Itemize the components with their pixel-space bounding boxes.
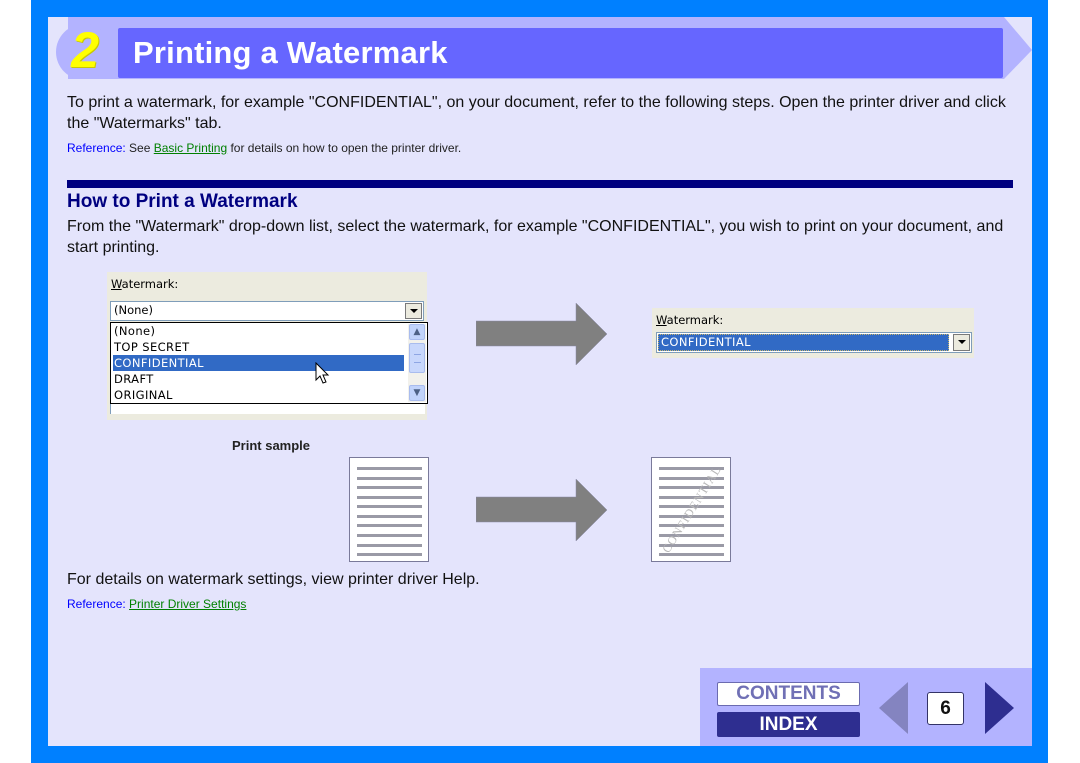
watermark-dropdown-selected[interactable]: CONFIDENTIAL xyxy=(656,332,972,353)
watermark-dropdown-value: (None) xyxy=(114,303,153,317)
dropdown-arrow-icon[interactable] xyxy=(953,334,970,351)
page-title: Printing a Watermark xyxy=(133,35,448,70)
right-arrow-icon xyxy=(476,303,608,366)
previous-page-icon[interactable] xyxy=(879,682,909,734)
print-sample-label: Print sample xyxy=(232,438,311,453)
mouse-cursor-icon xyxy=(315,362,330,384)
intro-paragraph: To print a watermark, for example "CONFI… xyxy=(67,94,1006,132)
right-arrow-icon xyxy=(476,479,608,542)
intro-reference: Reference: See Basic Printing for detail… xyxy=(67,140,461,156)
option-none[interactable]: (None) xyxy=(113,323,404,339)
reference-prefix: See xyxy=(129,141,151,155)
footer-reference: Reference: Printer Driver Settings xyxy=(67,596,246,612)
scroll-thumb[interactable] xyxy=(409,343,425,373)
list-bottom-edge xyxy=(110,404,425,414)
page-sample-plain xyxy=(349,457,429,562)
reference-label: Reference: xyxy=(67,597,126,611)
watermark-selected-value: CONFIDENTIAL xyxy=(661,335,751,349)
section-heading: How to Print a Watermark xyxy=(67,191,298,212)
option-top-secret[interactable]: TOP SECRET xyxy=(113,339,404,355)
option-draft[interactable]: DRAFT xyxy=(113,371,404,387)
reference-label: Reference: xyxy=(67,141,126,155)
basic-printing-link[interactable]: Basic Printing xyxy=(154,141,227,155)
watermark-label-after: Watermark: xyxy=(656,313,724,327)
dropdown-arrow-icon[interactable] xyxy=(405,303,422,319)
page-sample-watermarked: CONFIDENTIAL xyxy=(651,457,731,562)
chapter-number-badge: 2 xyxy=(71,22,99,78)
watermark-dialog-after: Watermark: CONFIDENTIAL xyxy=(652,308,974,358)
reference-suffix: for details on how to open the printer d… xyxy=(230,141,462,155)
watermark-dropdown[interactable]: (None) xyxy=(110,301,424,321)
section-divider xyxy=(67,180,1013,188)
watermark-options-list[interactable]: (None) TOP SECRET CONFIDENTIAL DRAFT ORI… xyxy=(110,322,428,404)
scroll-up-icon[interactable]: ▲ xyxy=(409,324,425,340)
next-page-icon[interactable] xyxy=(985,682,1015,734)
index-button[interactable]: INDEX xyxy=(717,712,860,737)
printer-driver-settings-link[interactable]: Printer Driver Settings xyxy=(129,597,246,611)
watermark-dialog-before: Watermark: (None) (None) TOP SECRET CONF… xyxy=(107,272,428,420)
list-scrollbar[interactable]: ▲ ▼ xyxy=(408,324,426,402)
watermark-label: Watermark: xyxy=(111,277,179,291)
section-paragraph: From the "Watermark" drop-down list, sel… xyxy=(67,218,1004,256)
contents-button[interactable]: CONTENTS xyxy=(717,682,860,706)
option-confidential[interactable]: CONFIDENTIAL xyxy=(113,355,404,371)
footer-paragraph: For details on watermark settings, view … xyxy=(67,571,480,588)
option-original[interactable]: ORIGINAL xyxy=(113,387,404,403)
page-number: 6 xyxy=(927,692,964,725)
scroll-down-icon[interactable]: ▼ xyxy=(409,385,425,401)
